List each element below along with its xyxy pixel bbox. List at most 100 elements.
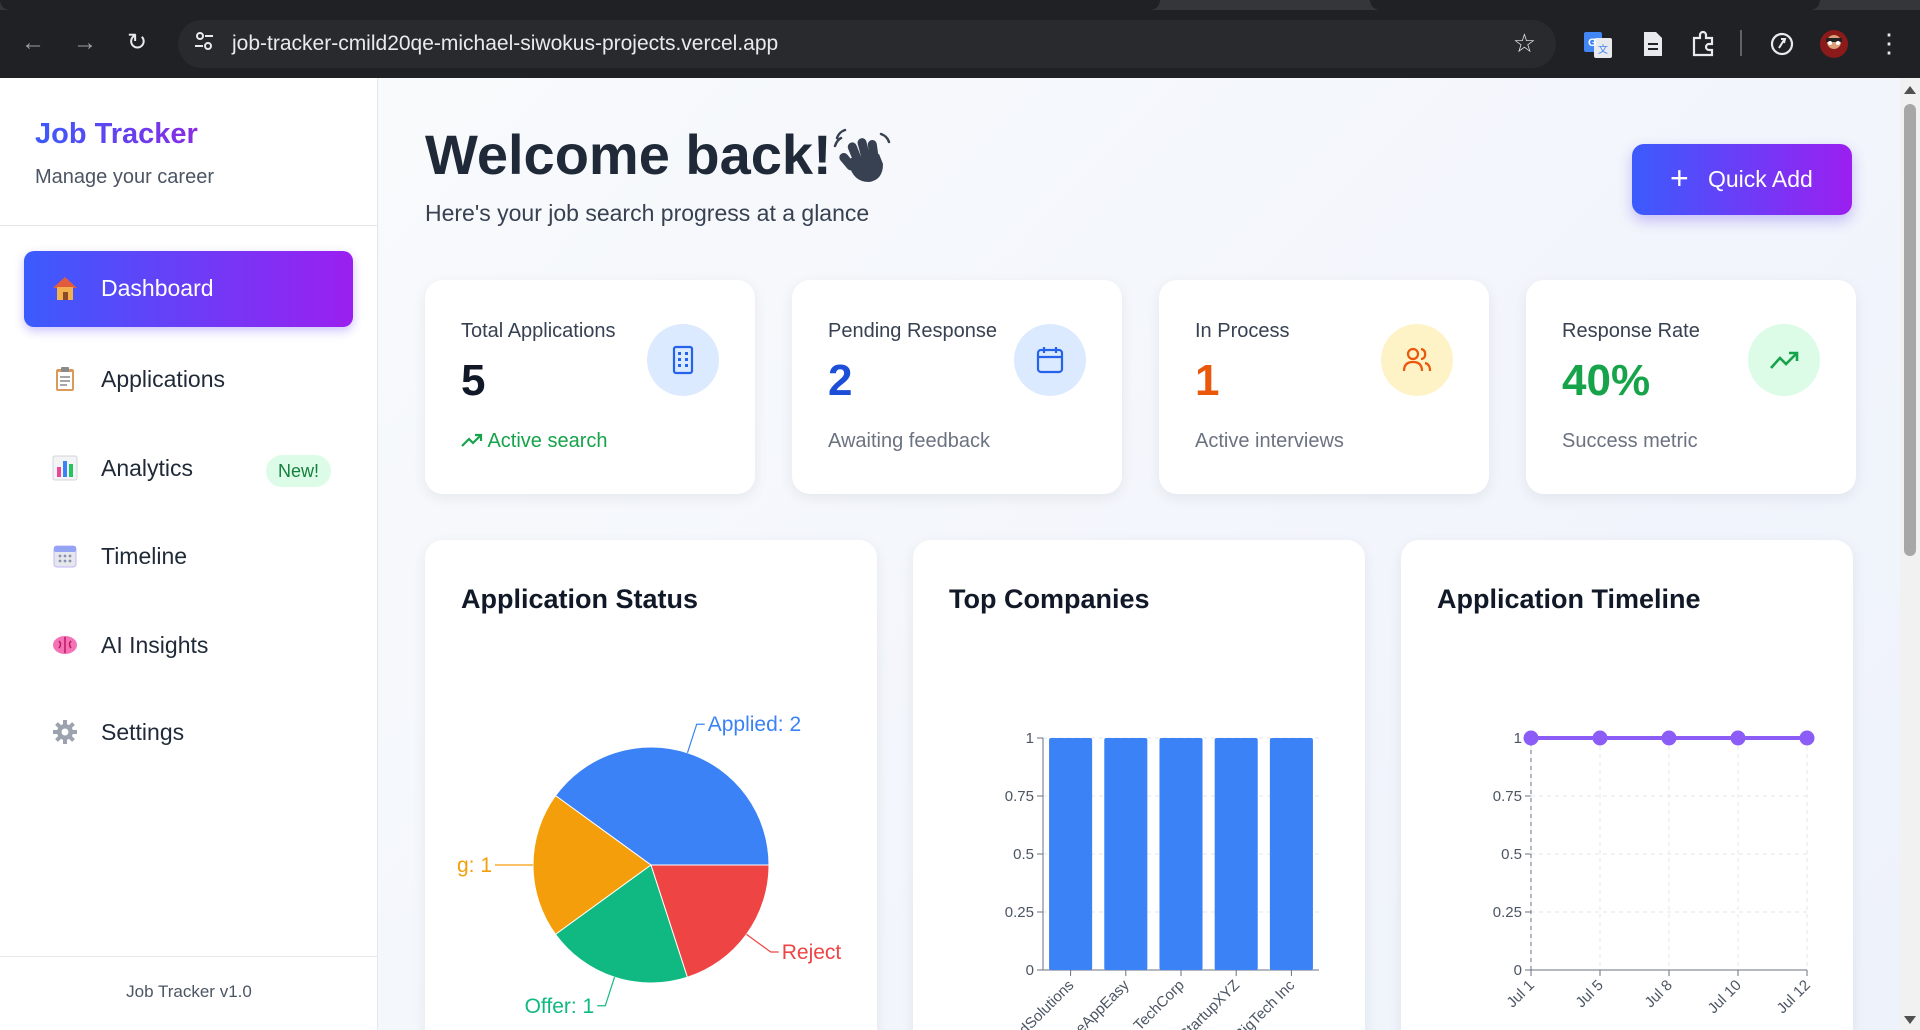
pie-chart: Applied: 2 g: 1 Offer: 1 Reject	[457, 713, 841, 1018]
stat-footnote: Active interviews	[1195, 430, 1344, 452]
sidebar: Job Tracker Manage your career Dashboard…	[0, 78, 378, 1030]
chart-title: Application Timeline	[1437, 584, 1701, 614]
main-content: Welcome back! Here's your job search pro…	[379, 78, 1900, 1030]
stat-value: 1	[1195, 356, 1220, 405]
profile-avatar[interactable]	[1818, 28, 1850, 60]
house-icon	[50, 273, 80, 303]
sidebar-item-label: Analytics	[101, 455, 194, 481]
tab-active[interactable]	[0, 0, 1160, 10]
x-tick-label: Jul 12	[1774, 977, 1814, 1017]
page-scrollbar[interactable]	[1900, 78, 1920, 1030]
x-tick-label: Jul 8	[1641, 977, 1675, 1011]
sidebar-item-label: Applications	[101, 366, 226, 392]
stat-value: 2	[828, 356, 853, 405]
google-translate-icon[interactable]: G文	[1582, 28, 1614, 60]
tab-other[interactable]	[1370, 0, 1820, 10]
chart-card-application-status: Application Status Applied: 2 g: 1 Offer: …	[425, 540, 877, 1030]
brain-icon	[50, 630, 80, 660]
kebab-menu-icon[interactable]: ⋮	[1874, 28, 1904, 58]
y-tick-label: 0	[1514, 962, 1522, 979]
sidebar-item-timeline[interactable]: Timeline	[24, 519, 353, 595]
y-tick-label: 1	[1514, 730, 1522, 747]
scroll-up-arrow-icon[interactable]	[1904, 86, 1916, 94]
bookmark-star-icon[interactable]: ☆	[1513, 28, 1536, 59]
version-label: Job Tracker v1.0	[126, 982, 252, 1001]
scrollbar-thumb[interactable]	[1904, 104, 1916, 556]
y-tick-label: 0.5	[1501, 846, 1522, 863]
bar-chart: 00.250.50.751CloudSolutionsUseAppEasyTec…	[994, 730, 1319, 1030]
y-tick-label: 0.5	[1013, 846, 1034, 863]
sidebar-footer-divider	[0, 956, 378, 957]
stat-icon-bubble	[1014, 324, 1086, 396]
quick-add-label: Quick Add	[1708, 166, 1813, 192]
timeline-point-jul-8	[1661, 730, 1677, 746]
stat-icon-bubble	[1748, 324, 1820, 396]
pie-label-interviewing: g: 1	[457, 854, 492, 877]
back-arrow-icon[interactable]: ←	[18, 28, 48, 58]
chart-card-top-companies: Top Companies 0 0.25 0.5 0.75 1 CloudSolution…	[913, 540, 1365, 1030]
reload-icon[interactable]: ↻	[122, 28, 152, 58]
building-icon	[672, 345, 694, 375]
stat-card-total-applications: Total Applications 5 Active search	[425, 280, 755, 494]
sidebar-item-settings[interactable]: Settings	[24, 695, 353, 771]
timeline-point-jul-1	[1523, 730, 1539, 746]
sidebar-item-analytics[interactable]: Analytics New!	[24, 431, 353, 507]
timeline-point-jul-5	[1592, 730, 1608, 746]
stat-title: In Process	[1195, 320, 1290, 342]
sidebar-divider	[0, 225, 378, 226]
stat-title: Response Rate	[1562, 320, 1700, 342]
scroll-down-arrow-icon[interactable]	[1904, 1016, 1916, 1024]
toolbar-separator	[1740, 30, 1742, 56]
y-tick-label: 0	[1026, 962, 1034, 979]
sync-icon[interactable]	[1766, 28, 1798, 60]
x-tick-label: Jul 5	[1572, 977, 1606, 1011]
bar-cloudsolutions	[1049, 738, 1093, 970]
stat-title: Pending Response	[828, 320, 998, 342]
x-tick-label: BigTech Inc	[1231, 976, 1298, 1030]
svg-text:文: 文	[1598, 43, 1608, 56]
trending-up-icon	[1770, 351, 1799, 369]
stat-footnote: Active search	[461, 430, 608, 453]
brand-tagline: Manage your career	[35, 166, 214, 188]
stat-icon-bubble	[647, 324, 719, 396]
gear-icon	[50, 717, 80, 747]
bar-techcorp	[1159, 738, 1203, 970]
sidebar-item-ai-insights[interactable]: AI Insights	[24, 608, 353, 684]
address-bar[interactable]: job-tracker-cmild20qe-michael-siwokus-pr…	[178, 20, 1556, 68]
waving-hand-icon	[831, 126, 893, 188]
y-tick-label: 0.75	[1493, 788, 1522, 805]
y-tick-label: 0.25	[1493, 904, 1522, 921]
new-badge: New!	[266, 455, 332, 487]
sidebar-item-dashboard[interactable]: Dashboard	[24, 251, 353, 327]
brand-title[interactable]: Job Tracker	[35, 118, 198, 151]
timeline-point-jul-10	[1730, 730, 1746, 746]
x-tick-label: CloudSolutions	[994, 977, 1077, 1030]
sidebar-item-applications[interactable]: Applications	[24, 342, 353, 418]
url-text[interactable]: job-tracker-cmild20qe-michael-siwokus-pr…	[232, 32, 778, 56]
stat-value: 40%	[1562, 356, 1651, 405]
bar-bigtech-inc	[1269, 738, 1313, 970]
stat-footnote: Success metric	[1562, 430, 1698, 452]
sidebar-item-label: Timeline	[101, 543, 188, 569]
x-tick-label: StartupXYZ	[1176, 977, 1243, 1030]
pie-leader-rejected	[746, 933, 779, 953]
chart-card-application-timeline: Application Timeline 0 0.25 0.5 0.75 1 Jul 1 J…	[1401, 540, 1853, 1030]
pie-label-applied: Applied: 2	[708, 713, 801, 736]
line-chart: 0 0.25 0.5 0.75 1 Jul 1 Jul 5 Jul 8 Jul 10 Jul 12	[1493, 730, 1815, 1017]
stat-footnote-text: Active search	[487, 430, 608, 452]
x-tick-label: TechCorp	[1130, 977, 1187, 1030]
stat-card-pending-response: Pending Response 2 Awaiting feedback	[792, 280, 1122, 494]
pie-label-offer: Offer: 1	[525, 995, 595, 1018]
quick-add-button[interactable]: + Quick Add	[1632, 144, 1852, 215]
site-settings-icon[interactable]	[190, 30, 218, 58]
reader-icon[interactable]	[1636, 28, 1668, 60]
sidebar-item-label: Settings	[101, 719, 185, 745]
stat-card-in-process: In Process 1 Active interviews	[1159, 280, 1489, 494]
forward-arrow-icon[interactable]: →	[70, 28, 100, 58]
extensions-icon[interactable]	[1688, 28, 1720, 60]
sidebar-item-label: AI Insights	[101, 632, 209, 658]
chart-title: Top Companies	[949, 584, 1150, 614]
clipboard-icon	[50, 364, 80, 394]
bar-useappeasy	[1104, 738, 1148, 970]
users-icon	[1402, 347, 1432, 372]
